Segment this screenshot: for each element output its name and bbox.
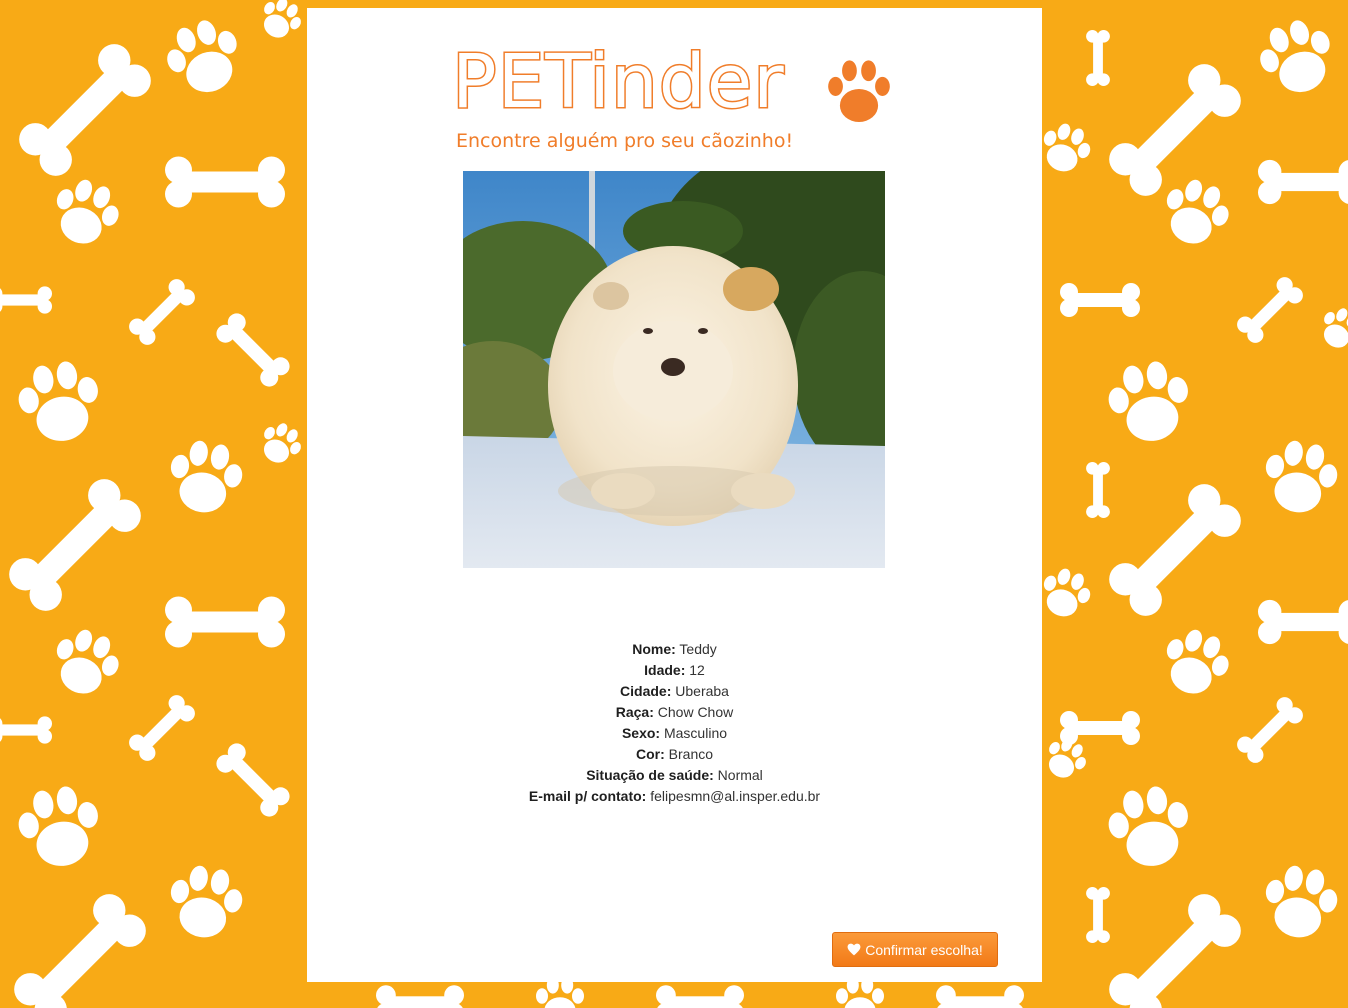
profile-card: PETinder Encontre alguém pro seu cãozinh… (307, 8, 1042, 982)
field-label: Sexo: (621, 725, 661, 741)
tagline: Encontre alguém pro seu cãozinho! (456, 130, 794, 152)
pet-info-row-name: Nome: Teddy (307, 639, 1042, 660)
field-value: felipesmn@al.insper.edu.br (650, 788, 821, 804)
pet-info-row-health: Situação de saúde: Normal (307, 765, 1042, 786)
heart-icon (847, 943, 861, 956)
pet-info-row-city: Cidade: Uberaba (307, 681, 1042, 702)
field-value: Chow Chow (657, 704, 734, 720)
field-value: Masculino (663, 725, 728, 741)
field-value: Normal (717, 767, 763, 783)
field-value: Teddy (679, 641, 717, 657)
pet-info-row-color: Cor: Branco (307, 744, 1042, 765)
puppy-photo (463, 171, 885, 568)
field-label: Idade: (644, 662, 686, 678)
logo: PETinder Encontre alguém pro seu cãozinh… (451, 36, 902, 166)
field-value: 12 (689, 662, 705, 678)
field-label: Situação de saúde: (586, 767, 714, 783)
field-value: Branco (668, 746, 714, 762)
pet-info-row-age: Idade: 12 (307, 660, 1042, 681)
field-label: Raça: (615, 704, 654, 720)
field-label: Nome: (632, 641, 676, 657)
field-label: Cidade: (620, 683, 672, 699)
field-value: Uberaba (675, 683, 729, 699)
field-label: Cor: (635, 746, 665, 762)
pet-info-row-sex: Sexo: Masculino (307, 723, 1042, 744)
paw-icon (828, 60, 890, 122)
confirm-choice-button[interactable]: Confirmar escolha! (832, 932, 998, 967)
confirm-choice-label: Confirmar escolha! (865, 941, 983, 958)
pet-info-row-breed: Raça: Chow Chow (307, 702, 1042, 723)
pet-info-row-email: E-mail p/ contato: felipesmn@al.insper.e… (307, 786, 1042, 807)
pet-info: Nome: Teddy Idade: 12 Cidade: Uberaba Ra… (307, 639, 1042, 807)
field-label: E-mail p/ contato: (528, 788, 647, 804)
logo-title: PETinder (451, 38, 786, 127)
